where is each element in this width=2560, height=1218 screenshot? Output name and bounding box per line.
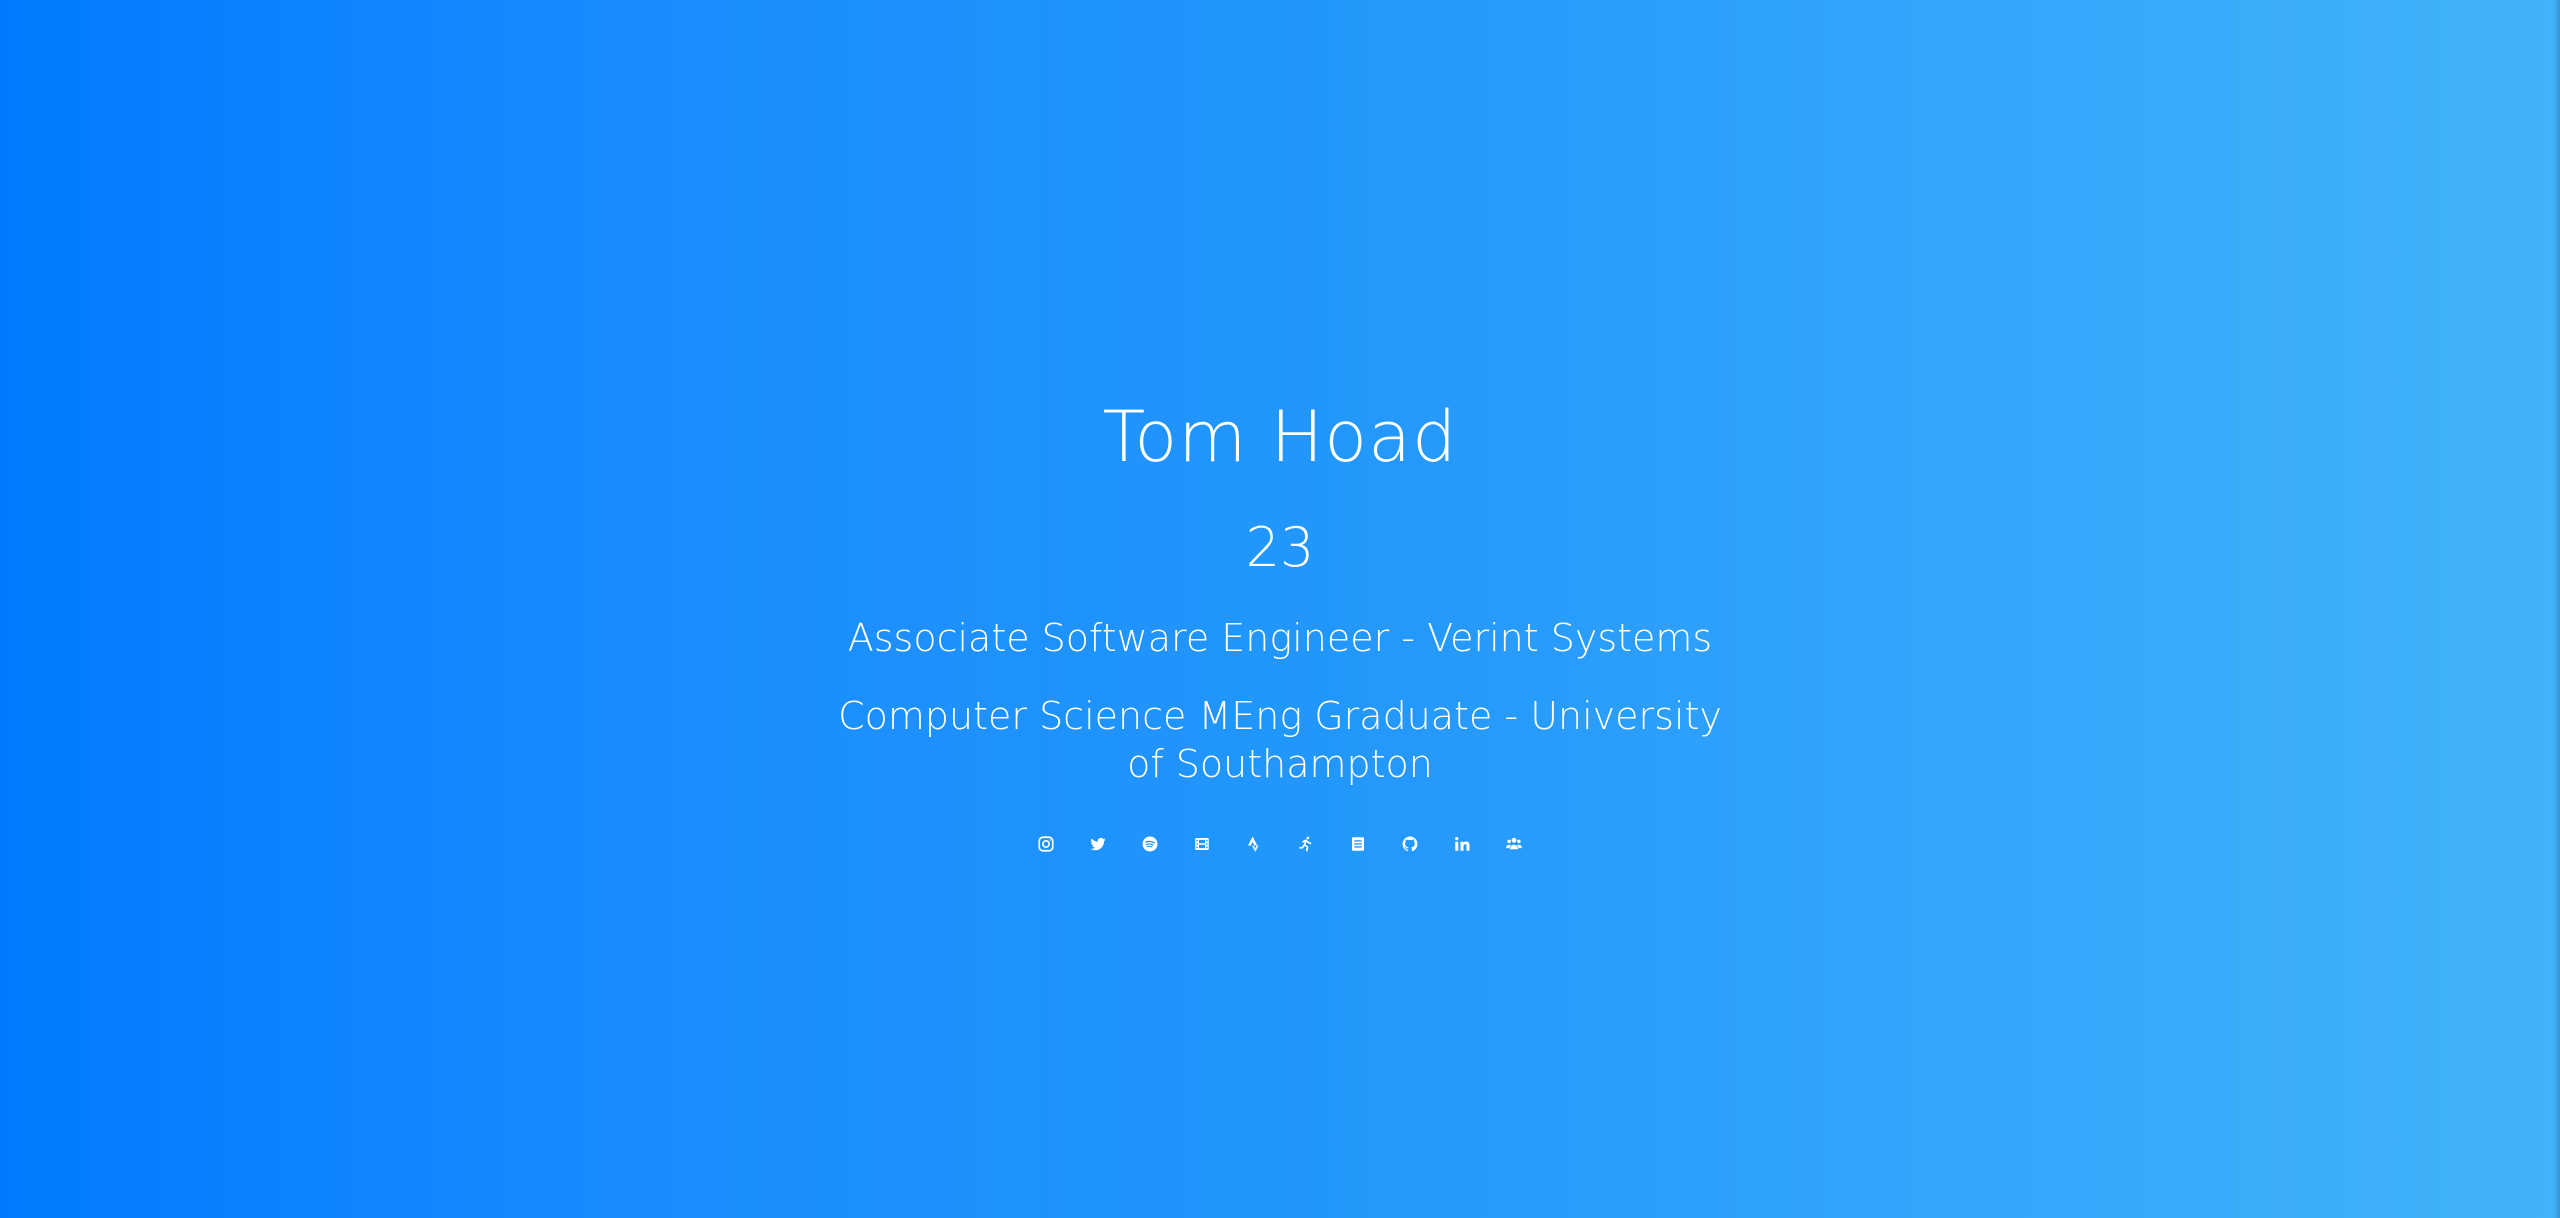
github-icon <box>1402 836 1418 852</box>
hero-section: Tom Hoad 23 Associate Software Engineer … <box>0 0 2560 1218</box>
spotify-icon <box>1142 836 1158 852</box>
strava-icon <box>1248 836 1259 852</box>
running-link[interactable] <box>1290 826 1322 862</box>
book-icon <box>1352 837 1364 851</box>
linkedin-link[interactable] <box>1446 826 1478 862</box>
profile-name: Tom Hoad <box>1102 396 1458 478</box>
users-icon <box>1506 837 1522 850</box>
running-icon <box>1299 836 1312 852</box>
strava-link[interactable] <box>1238 826 1270 862</box>
spotify-link[interactable] <box>1134 826 1166 862</box>
profile-age: 23 <box>1245 516 1315 579</box>
profile-job: Associate Software Engineer - Verint Sys… <box>847 616 1713 660</box>
users-link[interactable] <box>1498 826 1530 862</box>
twitter-link[interactable] <box>1082 826 1114 862</box>
book-link[interactable] <box>1342 826 1374 862</box>
github-link[interactable] <box>1394 826 1426 862</box>
social-links <box>1030 826 1530 862</box>
film-link[interactable] <box>1186 826 1218 862</box>
profile-education: Computer Science MEng Graduate - Univers… <box>838 694 1722 786</box>
instagram-icon <box>1038 836 1054 852</box>
film-icon <box>1195 838 1209 850</box>
instagram-link[interactable] <box>1030 826 1062 862</box>
linkedin-icon <box>1455 836 1470 851</box>
twitter-icon <box>1090 837 1106 851</box>
